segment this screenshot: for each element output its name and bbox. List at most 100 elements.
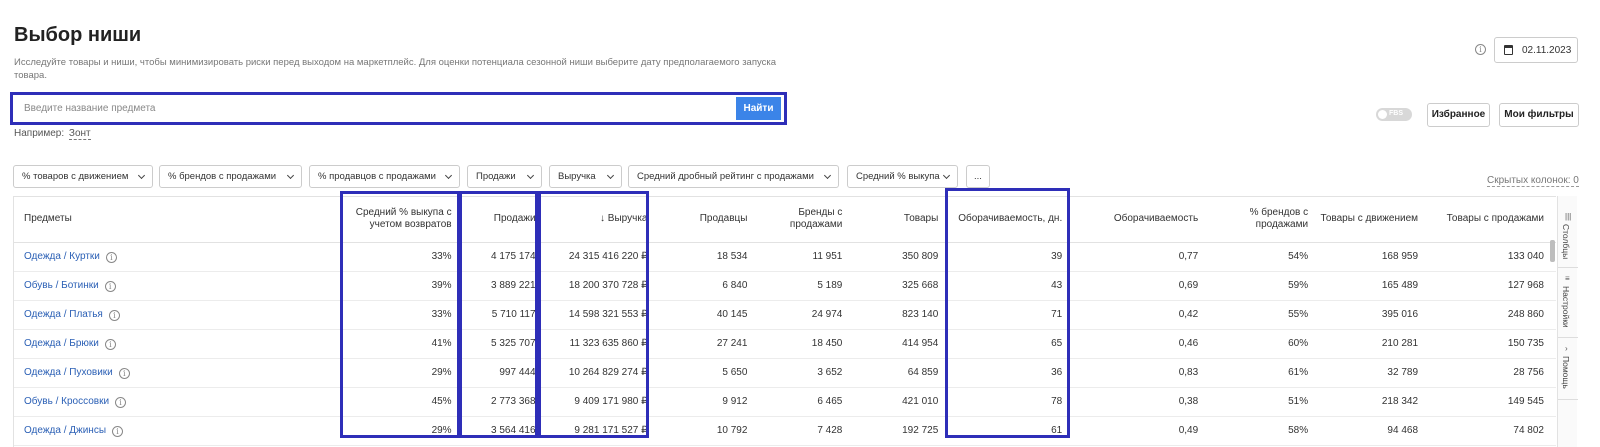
table-cell: 9 409 171 980 ₽ <box>547 387 660 417</box>
chevron-down-icon <box>823 171 832 180</box>
table-cell: 168 959 <box>1320 242 1431 272</box>
table-cell: 29% <box>341 358 464 388</box>
filter-chip[interactable]: % продавцов с продажами <box>309 165 460 188</box>
subject-link[interactable]: Обувь / Кроссовки i <box>14 387 342 417</box>
filter-chip[interactable]: % товаров с движением <box>13 165 153 188</box>
info-icon[interactable]: i <box>1475 44 1486 55</box>
column-header[interactable]: Бренды с продажами <box>759 197 855 243</box>
table-cell: 24 974 <box>759 300 855 330</box>
filter-chip[interactable]: Выручка <box>549 165 622 188</box>
chevron-down-icon <box>606 171 615 180</box>
table-header-row: Предметы Средний % выкупа с учетом возвр… <box>14 197 1556 243</box>
table-scrollbar[interactable] <box>1550 240 1555 262</box>
info-icon[interactable]: i <box>118 367 130 379</box>
subject-link[interactable]: Одежда / Платья i <box>14 300 342 330</box>
search-input[interactable] <box>16 98 741 119</box>
table-cell: 5 325 707 <box>463 329 548 359</box>
side-tab-help[interactable]: › Помощь <box>1558 340 1578 400</box>
column-header[interactable]: Товары <box>854 197 951 243</box>
table-cell: 6 465 <box>759 387 855 417</box>
table-row[interactable]: Одежда / Куртки i 33% 4 175 174 24 315 416 2… <box>14 242 1556 272</box>
table-cell: 150 735 <box>1430 329 1556 359</box>
search-button[interactable]: Найти <box>736 97 781 120</box>
column-header[interactable]: % брендов с продажами <box>1210 197 1321 243</box>
table-cell: 414 954 <box>854 329 951 359</box>
toggle-knob <box>1378 110 1387 119</box>
info-icon[interactable]: i <box>112 425 124 437</box>
chevron-down-icon <box>137 171 146 180</box>
table-cell: 165 489 <box>1320 271 1431 301</box>
column-header[interactable]: Оборачиваемость, дн. <box>950 197 1075 243</box>
info-icon[interactable]: i <box>115 396 127 408</box>
chevron-down-icon <box>444 171 453 180</box>
filter-chip[interactable]: Продажи <box>467 165 542 188</box>
table-cell: 218 342 <box>1320 387 1431 417</box>
filter-chip[interactable]: Средний дробный рейтинг с продажами <box>628 165 839 188</box>
side-tab-settings[interactable]: ≡ Настройки <box>1558 270 1578 338</box>
more-filters-button[interactable]: ... <box>966 165 990 188</box>
column-header[interactable]: Оборачиваемость <box>1074 197 1211 243</box>
table-cell: 2 773 368 <box>463 387 548 417</box>
table-cell: 5 650 <box>659 358 760 388</box>
table-row[interactable]: Обувь / Кроссовки i 45% 2 773 368 9 409 171 … <box>14 387 1556 417</box>
column-header[interactable]: Продавцы <box>659 197 760 243</box>
subject-link[interactable]: Одежда / Джинсы i <box>14 416 342 446</box>
my-filters-button[interactable]: Мои фильтры <box>1499 103 1579 127</box>
table-cell: 33% <box>341 242 464 272</box>
table-cell: 6 840 <box>659 271 760 301</box>
table-row[interactable]: Одежда / Джинсы i 29% 3 564 416 9 281 171 52… <box>14 416 1556 446</box>
column-header[interactable]: Предметы <box>14 197 342 243</box>
subject-link[interactable]: Обувь / Ботинки i <box>14 271 342 301</box>
example-link[interactable]: Зонт <box>68 128 91 140</box>
side-tab-columns[interactable]: ||| Столбцы <box>1558 208 1578 268</box>
table-row[interactable]: Одежда / Брюки i 41% 5 325 707 11 323 635 86… <box>14 329 1556 359</box>
table-cell: 64 859 <box>854 358 951 388</box>
fbs-toggle[interactable]: FBS <box>1376 108 1412 121</box>
fbs-label: FBS <box>1389 110 1403 117</box>
table-cell: 421 010 <box>854 387 951 417</box>
column-header[interactable]: Продажи <box>463 197 548 243</box>
table-cell: 60% <box>1210 329 1321 359</box>
info-icon[interactable]: i <box>108 309 120 321</box>
subject-link[interactable]: Одежда / Брюки i <box>14 329 342 359</box>
table-cell: 39 <box>950 242 1075 272</box>
table-cell: 11 323 635 860 ₽ <box>547 329 660 359</box>
table-cell: 11 951 <box>759 242 855 272</box>
table-cell: 10 264 829 274 ₽ <box>547 358 660 388</box>
table-cell: 33% <box>341 300 464 330</box>
column-header[interactable]: Товары с движением <box>1320 197 1431 243</box>
table-cell: 32 789 <box>1320 358 1431 388</box>
table-cell: 54% <box>1210 242 1321 272</box>
table-cell: 18 534 <box>659 242 760 272</box>
info-icon[interactable]: i <box>104 338 116 350</box>
table-cell: 39% <box>341 271 464 301</box>
info-icon[interactable]: i <box>105 251 117 263</box>
table-cell: 350 809 <box>854 242 951 272</box>
table-cell: 210 281 <box>1320 329 1431 359</box>
column-header[interactable]: Товары с продажами <box>1430 197 1556 243</box>
column-header[interactable]: ↓ Выручка <box>547 197 660 243</box>
table-row[interactable]: Обувь / Ботинки i 39% 3 889 221 18 200 370 7… <box>14 271 1556 301</box>
table-cell: 61% <box>1210 358 1321 388</box>
column-header[interactable]: Средний % выкупа с учетом возвратов <box>341 197 464 243</box>
subject-link[interactable]: Одежда / Куртки i <box>14 242 342 272</box>
table-cell: 10 792 <box>659 416 760 446</box>
table-cell: 325 668 <box>854 271 951 301</box>
filter-chip[interactable]: Средний % выкупа <box>847 165 958 188</box>
table-cell: 51% <box>1210 387 1321 417</box>
table-row[interactable]: Одежда / Пуховики i 29% 997 444 10 264 829 2… <box>14 358 1556 388</box>
table-cell: 0,49 <box>1074 416 1211 446</box>
filter-chip[interactable]: % брендов с продажами <box>159 165 302 188</box>
date-picker-button[interactable]: 02.11.2023 <box>1494 37 1578 63</box>
hidden-columns-link[interactable]: Скрытых колонок: 0 <box>1487 175 1579 187</box>
table-cell: 24 315 416 220 ₽ <box>547 242 660 272</box>
favorites-button[interactable]: Избранное <box>1427 103 1490 127</box>
table-cell: 94 468 <box>1320 416 1431 446</box>
page-title: Выбор ниши <box>14 24 142 46</box>
table-row[interactable]: Одежда / Платья i 33% 5 710 117 14 598 321 5… <box>14 300 1556 330</box>
subject-link[interactable]: Одежда / Пуховики i <box>14 358 342 388</box>
info-icon[interactable]: i <box>104 280 116 292</box>
help-icon: › <box>1565 344 1568 353</box>
columns-icon: ||| <box>1565 212 1572 221</box>
niche-table: Предметы Средний % выкупа с учетом возвр… <box>13 196 1556 447</box>
